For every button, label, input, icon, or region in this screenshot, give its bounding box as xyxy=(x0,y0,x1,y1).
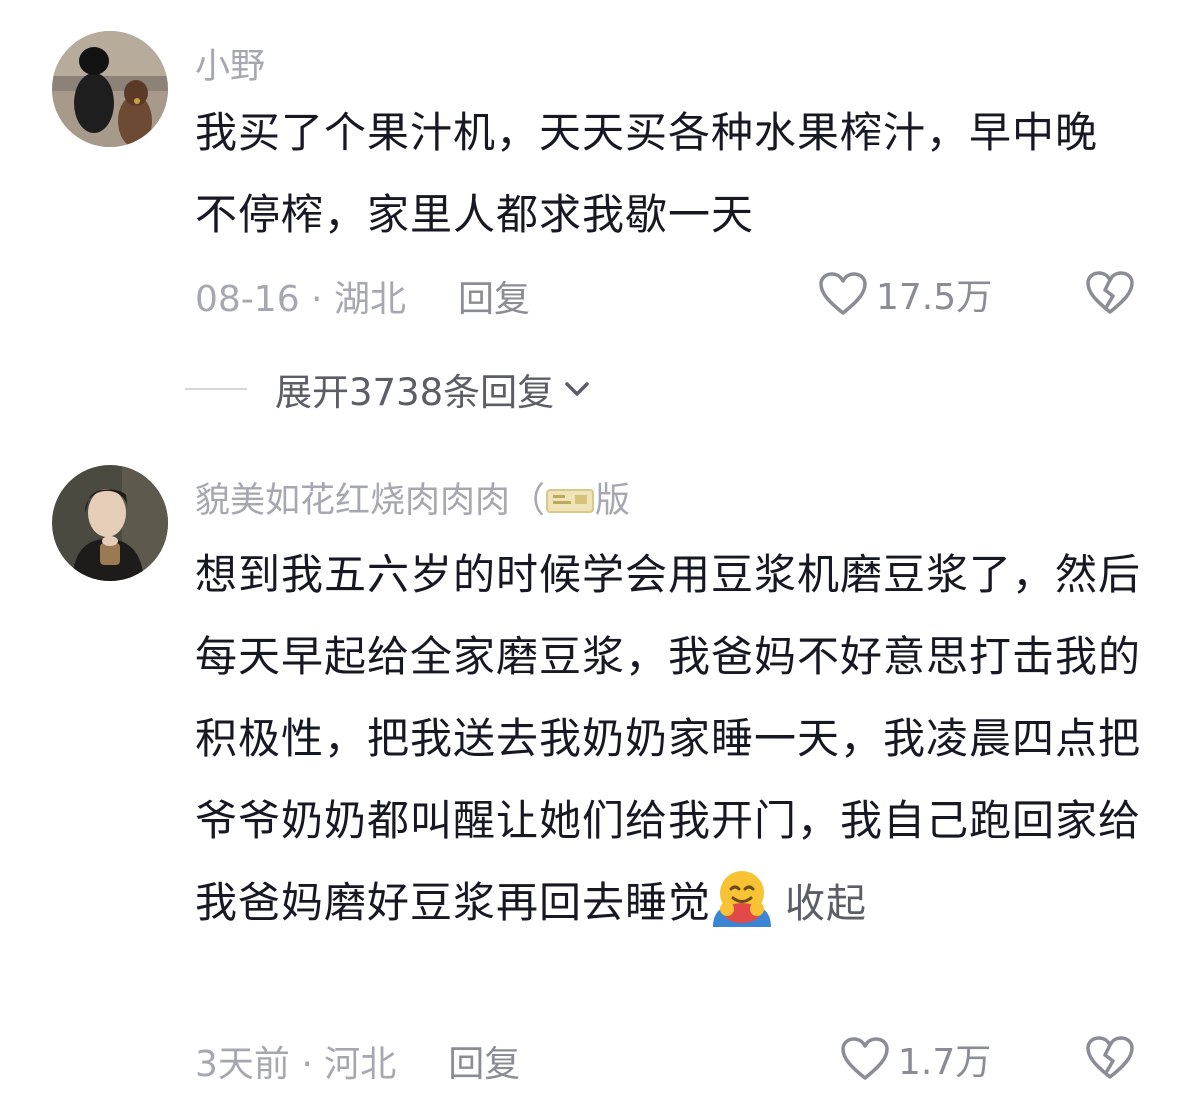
comment-meta: 08-16 · 湖北 回复 xyxy=(195,270,530,322)
dislike-button[interactable] xyxy=(1085,1035,1135,1085)
ticket-badge-icon xyxy=(546,489,595,513)
expand-replies-label: 展开3738条回复 xyxy=(275,371,555,414)
like-count: 17.5万 xyxy=(876,277,993,318)
like-button[interactable]: 17.5万 xyxy=(818,268,992,320)
username[interactable]: 小野 xyxy=(195,38,265,89)
username-suffix: 版 xyxy=(595,481,631,521)
like-count: 1.7万 xyxy=(898,1042,992,1083)
date-location: 3天前 · 河北 xyxy=(195,1044,397,1085)
username[interactable]: 貌美如花红烧肉肉肉（ 版 xyxy=(195,472,630,523)
divider xyxy=(185,388,247,390)
comment-text: 想到我五六岁的时候学会用豆浆机磨豆浆了，然后每天早起给全家磨豆浆，我爸妈不好意思… xyxy=(195,534,1155,945)
like-button[interactable]: 1.7万 xyxy=(840,1033,991,1085)
reply-button[interactable]: 回复 xyxy=(448,1044,520,1085)
comment-2: 貌美如花红烧肉肉肉（ 版 想到我五六岁的时候学会用豆浆机磨豆浆了，然后每天早起给… xyxy=(0,440,1199,1120)
dislike-button[interactable] xyxy=(1085,270,1135,320)
hugging-face-emoji xyxy=(713,871,772,927)
broken-heart-icon xyxy=(1086,1036,1134,1079)
comment-text: 我买了个果汁机，天天买各种水果榨汁，早中晚不停榨，家里人都求我歇一天 xyxy=(195,108,1099,239)
collapse-button[interactable]: 收起 xyxy=(785,881,867,927)
expand-replies-button[interactable]: 展开3738条回复 xyxy=(185,362,592,416)
broken-heart-icon xyxy=(1086,271,1134,314)
avatar[interactable] xyxy=(52,31,168,147)
comment-text-content: 想到我五六岁的时候学会用豆浆机磨豆浆了，然后每天早起给全家磨豆浆，我爸妈不好意思… xyxy=(195,550,1142,927)
username-text: 貌美如花红烧肉肉肉（ xyxy=(195,481,546,521)
date-location: 08-16 · 湖北 xyxy=(195,279,406,320)
chevron-down-icon xyxy=(565,382,589,396)
heart-outline-icon xyxy=(819,272,867,315)
heart-outline-icon xyxy=(841,1037,889,1080)
avatar[interactable] xyxy=(52,465,168,581)
reply-button[interactable]: 回复 xyxy=(458,279,530,320)
comment-1: 小野 我买了个果汁机，天天买各种水果榨汁，早中晚不停榨，家里人都求我歇一天 08… xyxy=(0,0,1199,350)
comment-meta: 3天前 · 河北 回复 xyxy=(195,1035,520,1087)
